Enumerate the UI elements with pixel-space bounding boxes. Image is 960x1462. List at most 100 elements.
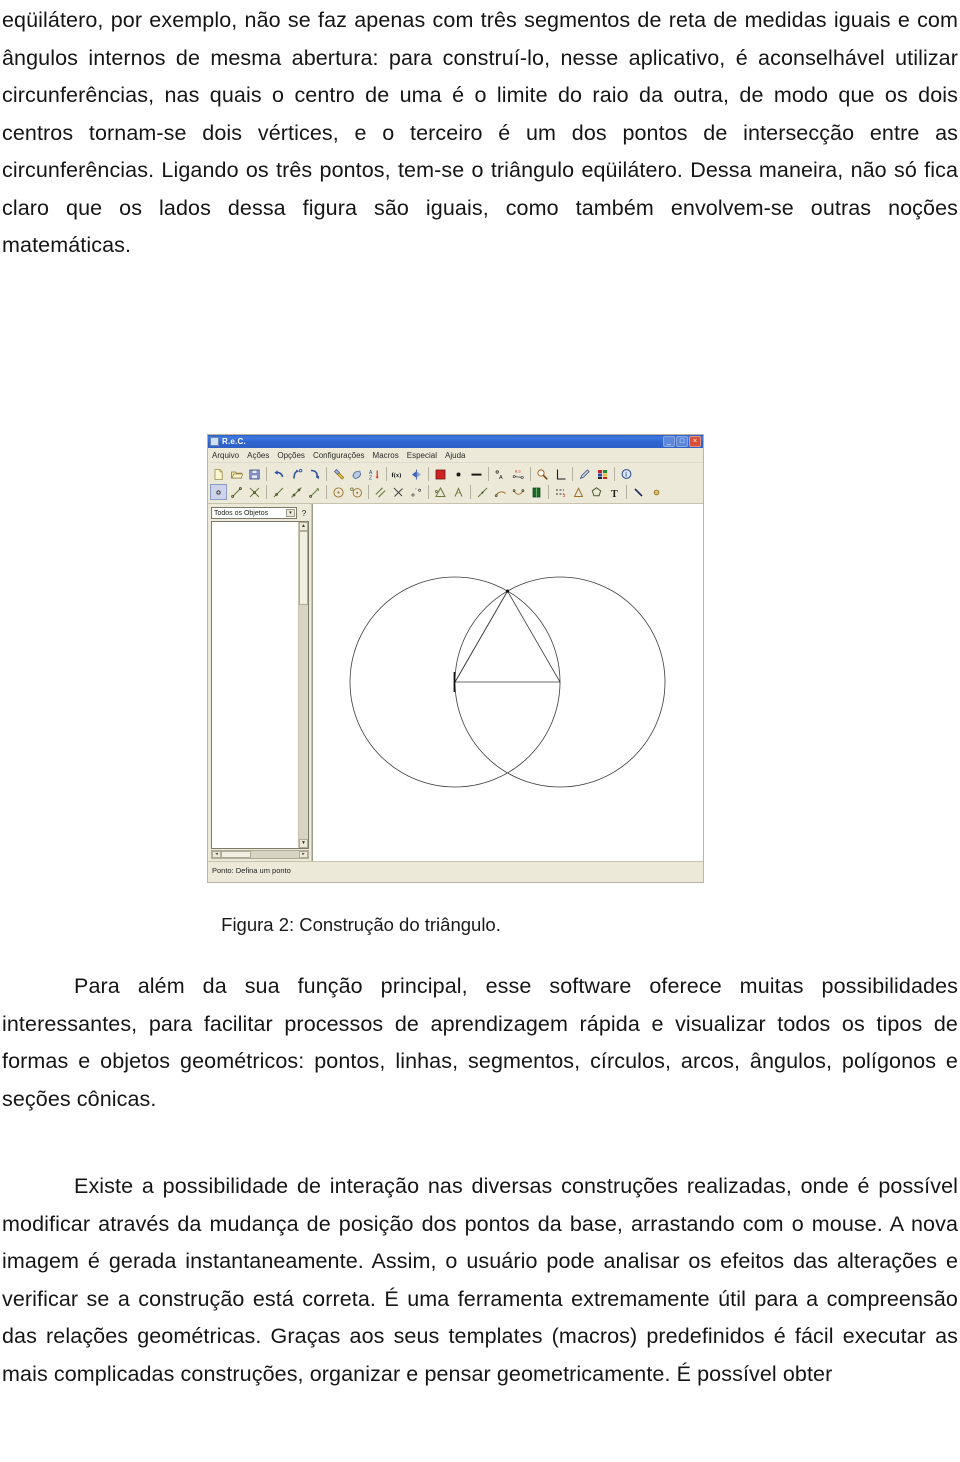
redo-degree-icon[interactable] xyxy=(288,466,305,482)
info-icon[interactable]: i xyxy=(618,466,635,482)
chevron-down-icon[interactable]: ▾ xyxy=(286,509,295,517)
circle-radius-icon[interactable] xyxy=(348,484,365,500)
axes-icon[interactable] xyxy=(552,466,569,482)
replay-arrow-icon[interactable] xyxy=(306,466,323,482)
segment-icon[interactable] xyxy=(228,484,245,500)
toolbar-separator xyxy=(368,485,369,499)
toolbar-separator xyxy=(488,467,489,481)
label-point-icon[interactable]: A xyxy=(492,466,509,482)
toolbar-row-2: ° 2 T xyxy=(210,483,703,501)
color-fill-icon[interactable] xyxy=(432,466,449,482)
workspace: Todos os Objetos ▾ ? ▲ ▼ ◂ ▸ xyxy=(208,504,703,861)
menu-item-especial[interactable]: Especial xyxy=(407,451,437,460)
geometry-canvas[interactable] xyxy=(312,504,703,861)
circle-center-icon[interactable] xyxy=(330,484,347,500)
object-filter-combobox[interactable]: Todos os Objetos ▾ xyxy=(211,507,297,519)
menu-item-arquivo[interactable]: Arquivo xyxy=(212,451,239,460)
menu-item-macros[interactable]: Macros xyxy=(373,451,399,460)
toolbar-separator xyxy=(614,467,615,481)
menu-item-ajuda[interactable]: Ajuda xyxy=(445,451,465,460)
toolbar-separator xyxy=(386,467,387,481)
angle-measure-icon[interactable]: ° xyxy=(408,484,425,500)
label-value-icon[interactable]: 8,3 xyxy=(510,466,527,482)
window-titlebar: R.e.C. _ □ × xyxy=(208,435,703,448)
vertical-scroll-track[interactable] xyxy=(299,605,308,839)
midpoint-icon[interactable] xyxy=(474,484,491,500)
menubar: Arquivo Ações Opções Configurações Macro… xyxy=(208,448,703,463)
zoom-icon[interactable] xyxy=(534,466,551,482)
fill-green-icon[interactable] xyxy=(528,484,545,500)
point-tool-icon[interactable] xyxy=(210,484,227,500)
hide-icon[interactable] xyxy=(630,484,647,500)
scroll-left-icon[interactable]: ◂ xyxy=(212,851,221,858)
window-title: R.e.C. xyxy=(222,437,246,446)
toolbar-separator xyxy=(326,485,327,499)
menu-item-opcoes[interactable]: Opções xyxy=(277,451,305,460)
toolbar-separator xyxy=(266,467,267,481)
mirror-icon[interactable] xyxy=(408,466,425,482)
point-dot-icon[interactable] xyxy=(450,466,467,482)
ngon-icon[interactable] xyxy=(588,484,605,500)
intersect-icon[interactable] xyxy=(390,484,407,500)
undo-arrow-icon[interactable] xyxy=(270,466,287,482)
window-controls: _ □ × xyxy=(663,436,701,447)
palette-grid-icon[interactable] xyxy=(594,466,611,482)
rec-application-window: R.e.C. _ □ × Arquivo Ações Opções Config… xyxy=(207,434,704,883)
menu-item-acoes[interactable]: Ações xyxy=(247,451,269,460)
toolbar-separator xyxy=(326,467,327,481)
open-folder-icon[interactable] xyxy=(228,466,245,482)
scroll-up-icon[interactable]: ▲ xyxy=(299,522,308,531)
pen-icon[interactable] xyxy=(576,466,593,482)
sort-az-icon[interactable]: AZ xyxy=(366,466,383,482)
curve-icon[interactable] xyxy=(510,484,527,500)
vector-icon[interactable] xyxy=(306,484,323,500)
text-tool-icon[interactable]: T xyxy=(606,484,623,500)
new-file-icon[interactable] xyxy=(210,466,227,482)
wrench-icon[interactable] xyxy=(330,466,347,482)
horizontal-scroll-thumb[interactable] xyxy=(221,851,251,858)
svg-text:Z: Z xyxy=(369,475,372,481)
arc-icon[interactable] xyxy=(492,484,509,500)
menu-item-configuracoes[interactable]: Configurações xyxy=(313,451,365,460)
paragraph-mid: Para além da sua função principal, esse … xyxy=(2,974,958,1111)
toolbar-separator xyxy=(530,467,531,481)
angle-arc-icon[interactable] xyxy=(450,484,467,500)
scroll-right-icon[interactable]: ▸ xyxy=(299,851,308,858)
thick-line-icon[interactable] xyxy=(468,466,485,482)
hand-drag-icon[interactable] xyxy=(348,466,365,482)
svg-text:T: T xyxy=(611,489,618,499)
toolbars: AZ f(x) A 8,3 i ° 2 T xyxy=(208,463,703,504)
svg-text:f(x): f(x) xyxy=(392,472,402,479)
objects-list-horizontal-scrollbar[interactable]: ◂ ▸ xyxy=(211,850,309,859)
construction-drawing xyxy=(349,576,666,788)
maximize-button[interactable]: □ xyxy=(676,436,688,447)
objects-list-vertical-scrollbar[interactable]: ▲ ▼ xyxy=(298,522,308,848)
svg-text:°: ° xyxy=(415,487,417,492)
toolbar-separator xyxy=(572,467,573,481)
svg-text:2: 2 xyxy=(563,493,566,498)
polygon-icon[interactable] xyxy=(570,484,587,500)
paragraph-top: eqüilátero, por exemplo, não se faz apen… xyxy=(2,8,958,257)
objects-list-empty xyxy=(212,522,298,848)
track-icon[interactable] xyxy=(648,484,665,500)
function-fx-icon[interactable]: f(x) xyxy=(390,466,407,482)
scroll-down-icon[interactable]: ▼ xyxy=(299,839,308,848)
svg-text:A: A xyxy=(499,475,503,481)
parallel-icon[interactable] xyxy=(372,484,389,500)
help-icon[interactable]: ? xyxy=(299,507,309,519)
measure-icon[interactable]: 2 xyxy=(552,484,569,500)
toolbar-separator xyxy=(626,485,627,499)
vertical-scroll-thumb[interactable] xyxy=(299,531,308,605)
objects-listbox[interactable]: ▲ ▼ xyxy=(211,521,309,849)
save-disk-icon[interactable] xyxy=(246,466,263,482)
triangle-point-icon[interactable] xyxy=(432,484,449,500)
ray-icon[interactable] xyxy=(270,484,287,500)
app-icon xyxy=(210,437,219,446)
paragraph-bottom: Existe a possibilidade de interação nas … xyxy=(2,1174,958,1386)
line-icon[interactable] xyxy=(288,484,305,500)
close-button[interactable]: × xyxy=(689,436,701,447)
minimize-button[interactable]: _ xyxy=(663,436,675,447)
toolbar-separator xyxy=(428,485,429,499)
angle-lines-icon[interactable] xyxy=(246,484,263,500)
horizontal-scroll-track[interactable] xyxy=(251,851,299,858)
